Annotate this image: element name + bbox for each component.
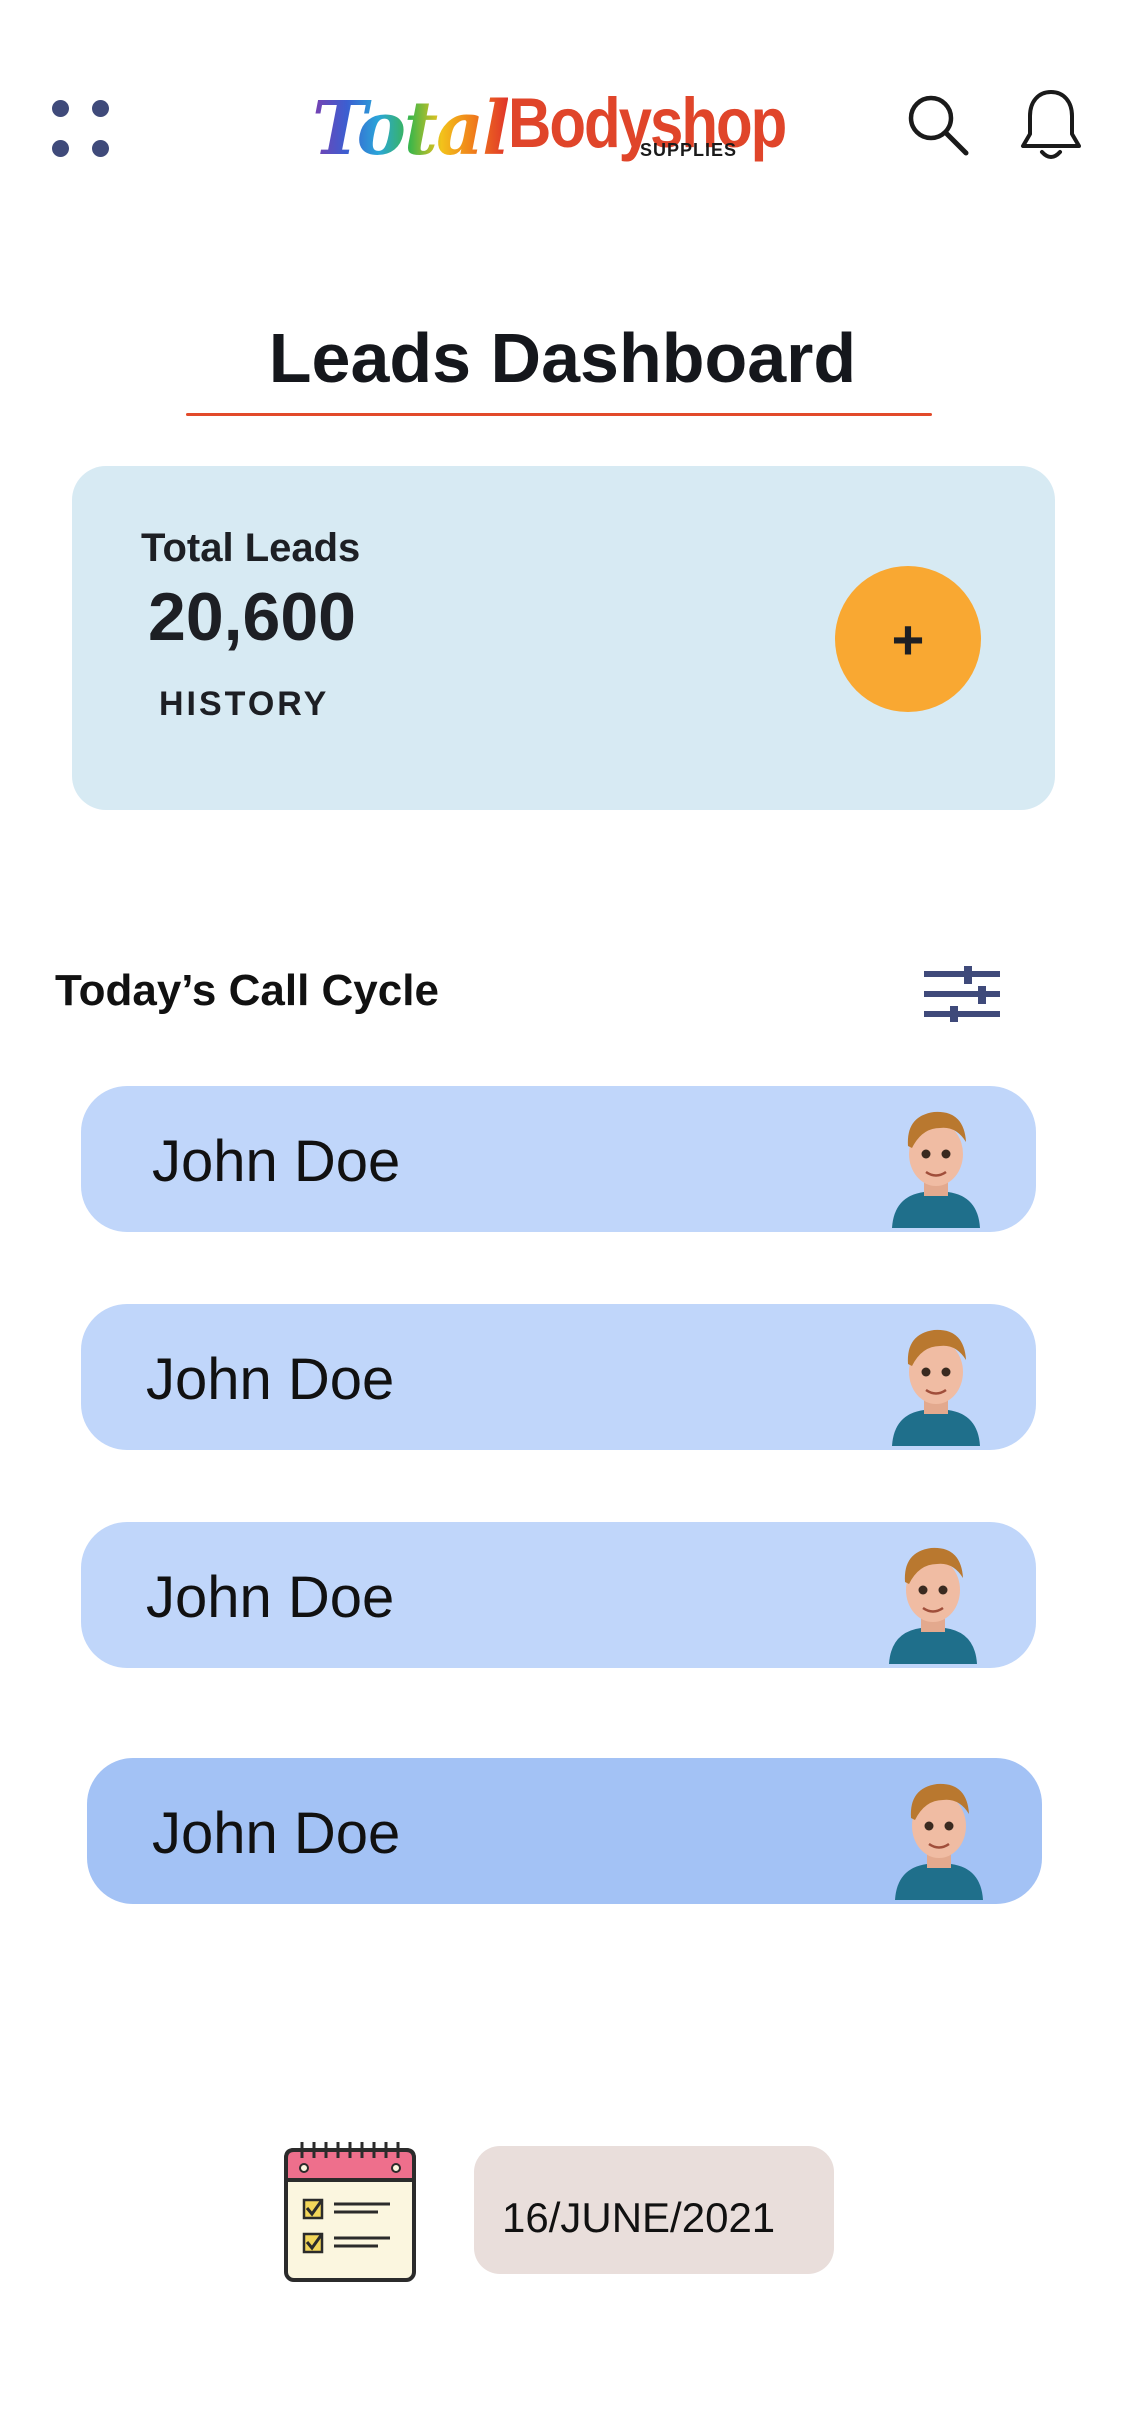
filter-icon[interactable] bbox=[924, 965, 1000, 1023]
total-leads-value: 20,600 bbox=[148, 579, 356, 655]
contact-card[interactable]: John Doe bbox=[81, 1086, 1036, 1232]
total-leads-label: Total Leads bbox=[141, 526, 361, 570]
avatar-icon bbox=[892, 1329, 980, 1446]
contact-name: John Doe bbox=[152, 1801, 401, 1866]
brand-logo: Total Bodyshop SUPPLIES bbox=[312, 80, 787, 172]
add-lead-button[interactable]: + bbox=[835, 566, 981, 712]
contact-name: John Doe bbox=[146, 1565, 395, 1630]
menu-dots-icon[interactable] bbox=[52, 100, 116, 164]
contact-name: John Doe bbox=[152, 1129, 401, 1194]
contact-name: John Doe bbox=[146, 1347, 395, 1412]
history-link[interactable]: HISTORY bbox=[159, 685, 329, 724]
page-title: Leads Dashboard bbox=[268, 319, 857, 397]
avatar-icon bbox=[895, 1783, 983, 1900]
date-display[interactable]: 16/JUNE/2021 bbox=[474, 2146, 834, 2274]
bell-icon[interactable] bbox=[1018, 86, 1084, 164]
contact-card[interactable]: John Doe bbox=[81, 1304, 1036, 1450]
calendar-icon[interactable] bbox=[282, 2140, 418, 2284]
avatar-icon bbox=[892, 1111, 980, 1228]
avatar-icon bbox=[889, 1547, 977, 1664]
title-underline bbox=[186, 413, 932, 416]
section-title: Today’s Call Cycle bbox=[55, 966, 439, 1015]
search-icon[interactable] bbox=[905, 92, 971, 158]
contact-card[interactable]: John Doe bbox=[81, 1522, 1036, 1668]
logo-word-supplies: SUPPLIES bbox=[640, 140, 738, 160]
contact-card-active[interactable]: John Doe bbox=[87, 1758, 1042, 1904]
logo-word-total: Total bbox=[312, 86, 510, 172]
